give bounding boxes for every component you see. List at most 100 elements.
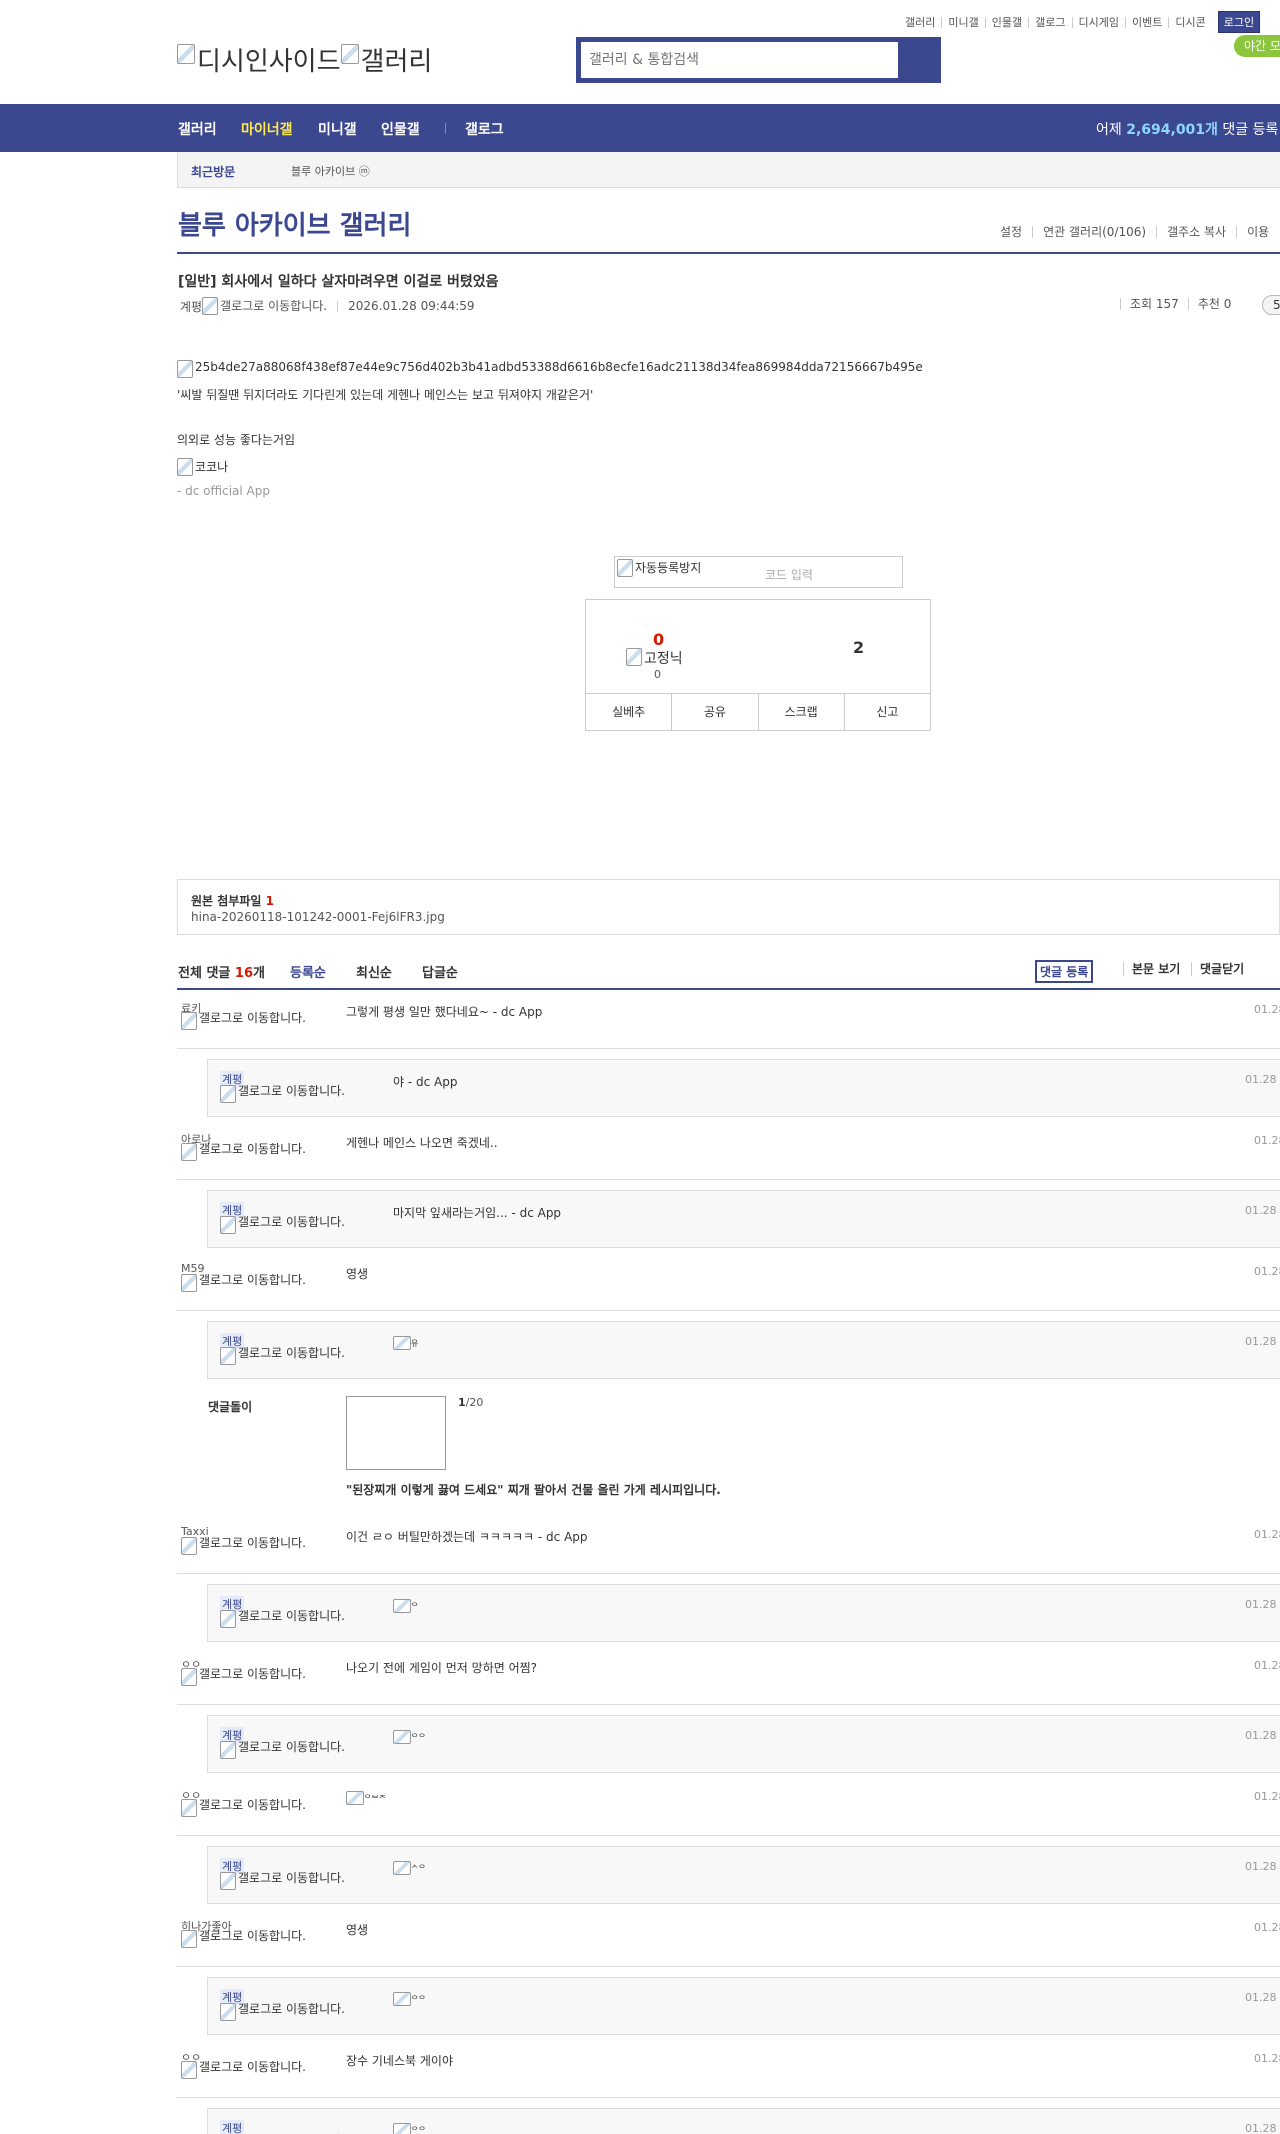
reply-gallog-icon[interactable]: 갤로그로 이동합니다. [220, 1216, 350, 1234]
close-comments-button[interactable]: 댓글닫기 [1191, 962, 1244, 976]
sort-by-registered[interactable]: 등록순 [290, 962, 326, 981]
comment-gallog-icon[interactable]: 갤로그로 이동합니다. [181, 1799, 311, 1817]
attachment-title: 원본 첨부파일 1 [191, 892, 274, 909]
ad-image[interactable] [346, 1396, 446, 1470]
comment-date: 01.28 [1254, 1134, 1280, 1147]
related-gallery-link[interactable]: 연관 갤러리(0/106) [1032, 226, 1156, 238]
reply-gallog-icon[interactable]: 갤로그로 이동합니다. [220, 1741, 350, 1759]
nav-item-gallog[interactable]: 갤로그 [465, 119, 504, 139]
captcha-input[interactable]: 코드 입력 [765, 566, 813, 583]
captcha-box: 자동등록방지 코드 입력 [614, 556, 903, 588]
comment-item: ㅇㅇ갤로그로 이동합니다.나오기 전에 게임이 먼저 망하면 어찜?01.28 [177, 1646, 1280, 1705]
dccon-image [393, 2122, 411, 2134]
comment-gallog-icon[interactable]: 갤로그로 이동합니다. [181, 1537, 311, 1555]
top-link-persongall[interactable]: 인물갤 [984, 16, 1028, 28]
comment-total: 전체 댓글 16개 [178, 962, 265, 981]
attachment-box: 원본 첨부파일 1 hina-20260118-101242-0001-Fej6… [177, 879, 1280, 935]
write-comment-button[interactable]: 댓글 등록 [1035, 960, 1094, 983]
reply-dccon: ᄋᄋ [393, 1991, 426, 2006]
top-link-event[interactable]: 이벤트 [1124, 16, 1168, 28]
reply-date: 01.28 ( [1245, 1860, 1280, 1873]
recommend-down-count: 2 [853, 638, 865, 657]
reply-gallog-icon[interactable]: 갤로그로 이동합니다. [220, 1085, 350, 1103]
copy-address-link[interactable]: 갤주소 복사 [1156, 226, 1236, 238]
search-input[interactable] [581, 42, 898, 78]
comment-gallog-icon[interactable]: 갤로그로 이동합니다. [181, 1668, 311, 1686]
night-mode-toggle[interactable]: 야간 모드 [1234, 35, 1280, 57]
ad-comment-name: 댓글돌이 [208, 1400, 253, 1414]
comment-text: 영생 [346, 1923, 369, 1937]
reply-gallog-icon[interactable]: 갤로그로 이동합니다. [220, 1610, 350, 1628]
top-link-gallery[interactable]: 갤러리 [905, 17, 941, 28]
report-button[interactable]: 신고 [843, 694, 930, 730]
ad-comment: 댓글돌이 1/20 "된장찌개 이렇게 끓여 드세요" 찌개 팔아서 건물 올린… [177, 1383, 1280, 1515]
reply-nick[interactable]: 계평 [220, 2120, 245, 2134]
recent-visit-item[interactable]: 블루 아카이브 ⓜ [291, 163, 370, 179]
top-link-gallog[interactable]: 갤로그 [1028, 16, 1071, 28]
comment-date: 01.28 [1254, 1921, 1280, 1934]
reply-item: 계평갤로그로 이동합니다.ᄋᄋ01.28 ( [207, 1977, 1280, 2035]
reply-date: 01.28 ( [1245, 2122, 1280, 2134]
reply-gallog-icon[interactable]: 갤로그로 이동합니다. [220, 2003, 350, 2021]
share-button[interactable]: 공유 [671, 694, 757, 730]
recent-visit-title[interactable]: 최근방문 [191, 163, 235, 180]
site-logo[interactable]: 디시인사이드 갤러리 [177, 41, 432, 78]
nav-divider [445, 123, 446, 134]
top-link-dcgame[interactable]: 디시게임 [1071, 16, 1125, 28]
search-button[interactable] [898, 38, 940, 82]
comment-count-pill[interactable]: 5 [1262, 295, 1280, 315]
nav-item-person-gallery[interactable]: 인물갤 [381, 119, 420, 139]
sort-by-replies[interactable]: 답글순 [422, 962, 458, 981]
comment-text: 나오기 전에 게임이 먼저 망하면 어찜? [346, 1661, 538, 1675]
scrap-button[interactable]: 스크랩 [757, 694, 844, 730]
best-recommend-button[interactable]: 실베추 [586, 694, 671, 730]
attachment-file-link[interactable]: hina-20260118-101242-0001-Fej6lFR3.jpg [191, 910, 445, 924]
title-divider [177, 252, 1280, 254]
dccon-image [393, 1598, 411, 1613]
comment-gallog-icon[interactable]: 갤로그로 이동합니다. [181, 1143, 311, 1161]
sort-by-latest[interactable]: 최신순 [356, 962, 392, 981]
top-link-minigall[interactable]: 미니갤 [941, 16, 984, 28]
dccon-alt: 유 [411, 1339, 419, 1348]
post-stats: 조회 157 추천 0 [1120, 298, 1240, 310]
top-link-dccon[interactable]: 디시콘 [1168, 16, 1211, 28]
dccon-alt: ᄋᄋ [411, 2126, 426, 2134]
comment-date: 01.28 [1254, 1790, 1280, 1803]
post-image-2: 코코나 [177, 458, 228, 476]
ad-comment-text[interactable]: "된장찌개 이렇게 끓여 드세요" 찌개 팔아서 건물 올린 가게 레시피입니다… [346, 1481, 721, 1498]
comment-stat-value: 2,694,001개 [1126, 122, 1218, 138]
login-button[interactable]: 로그인 [1217, 11, 1261, 33]
comment-item: 료키 갤로그로 이동합니다. 그렇게 평생 일만 했다네요~ - dc App 01.… [177, 990, 1280, 1049]
comment-item: 히나가좋아갤로그로 이동합니다.영생01.28 [177, 1908, 1280, 1967]
view-body-button[interactable]: 본문 보기 [1123, 962, 1180, 976]
comment-item: M59갤로그로 이동합니다.영생01.28 [177, 1252, 1280, 1311]
dccon-alt: ᄋᄇᄌ [364, 1794, 387, 1803]
post-date: 2026.01.28 09:44:59 [348, 299, 475, 313]
comment-gallog-icon[interactable]: 갤로그로 이동합니다. [181, 1274, 311, 1292]
attachment-count: 1 [265, 894, 274, 908]
nav-item-gallery[interactable]: 갤러리 [178, 119, 217, 139]
nav-item-mini-gallery[interactable]: 미니갤 [318, 119, 357, 139]
ad-pager: 1/20 [458, 1396, 483, 1409]
reply-gallog-icon[interactable]: 갤로그로 이동합니다. [220, 1347, 350, 1365]
gallery-logo-image[interactable]: 갤러리 [341, 41, 433, 78]
recommend-actions: 실베추 공유 스크랩 신고 [586, 693, 930, 730]
post-body-line-2: 의외로 성능 좋다는거임 [177, 433, 296, 447]
comment-gallog-icon[interactable]: 갤로그로 이동합니다. [181, 1930, 311, 1948]
ad-pager-total: /20 [465, 1396, 484, 1409]
comment-item: Taxxi 갤로그로 이동합니다. 이건 ㄹㅇ 버틸만하겠는데 ㅋㅋㅋㅋㅋ - dc… [177, 1515, 1280, 1574]
nav-item-minor-gallery[interactable]: 마이너갤 [241, 119, 293, 139]
dcinside-logo-image[interactable]: 디시인사이드 [177, 41, 341, 78]
comment-gallog-icon[interactable]: 갤로그로 이동합니다. [181, 1012, 311, 1030]
reply-gallog-icon[interactable]: 갤로그로 이동합니다. [220, 1872, 350, 1890]
post-author-gallog-icon[interactable]: 갤로그로 이동합니다. [202, 297, 327, 315]
usage-link[interactable]: 이용 [1236, 226, 1279, 238]
post-author[interactable]: 계평 [180, 298, 202, 315]
gallery-settings-link[interactable]: 설정 [990, 226, 1032, 238]
gallery-title[interactable]: 블루 아카이브 갤러리 [178, 205, 411, 242]
reply-dccon: ᄋᄋ [393, 1729, 426, 1744]
dccon-alt: ᄉᄋ [411, 1864, 426, 1873]
reply-date: 01.28 ( [1245, 1335, 1280, 1348]
comment-gallog-icon[interactable]: 갤로그로 이동합니다. [181, 2061, 311, 2079]
reply-item: 계평갤로그로 이동합니다.ᄉᄋ01.28 ( [207, 1846, 1280, 1904]
